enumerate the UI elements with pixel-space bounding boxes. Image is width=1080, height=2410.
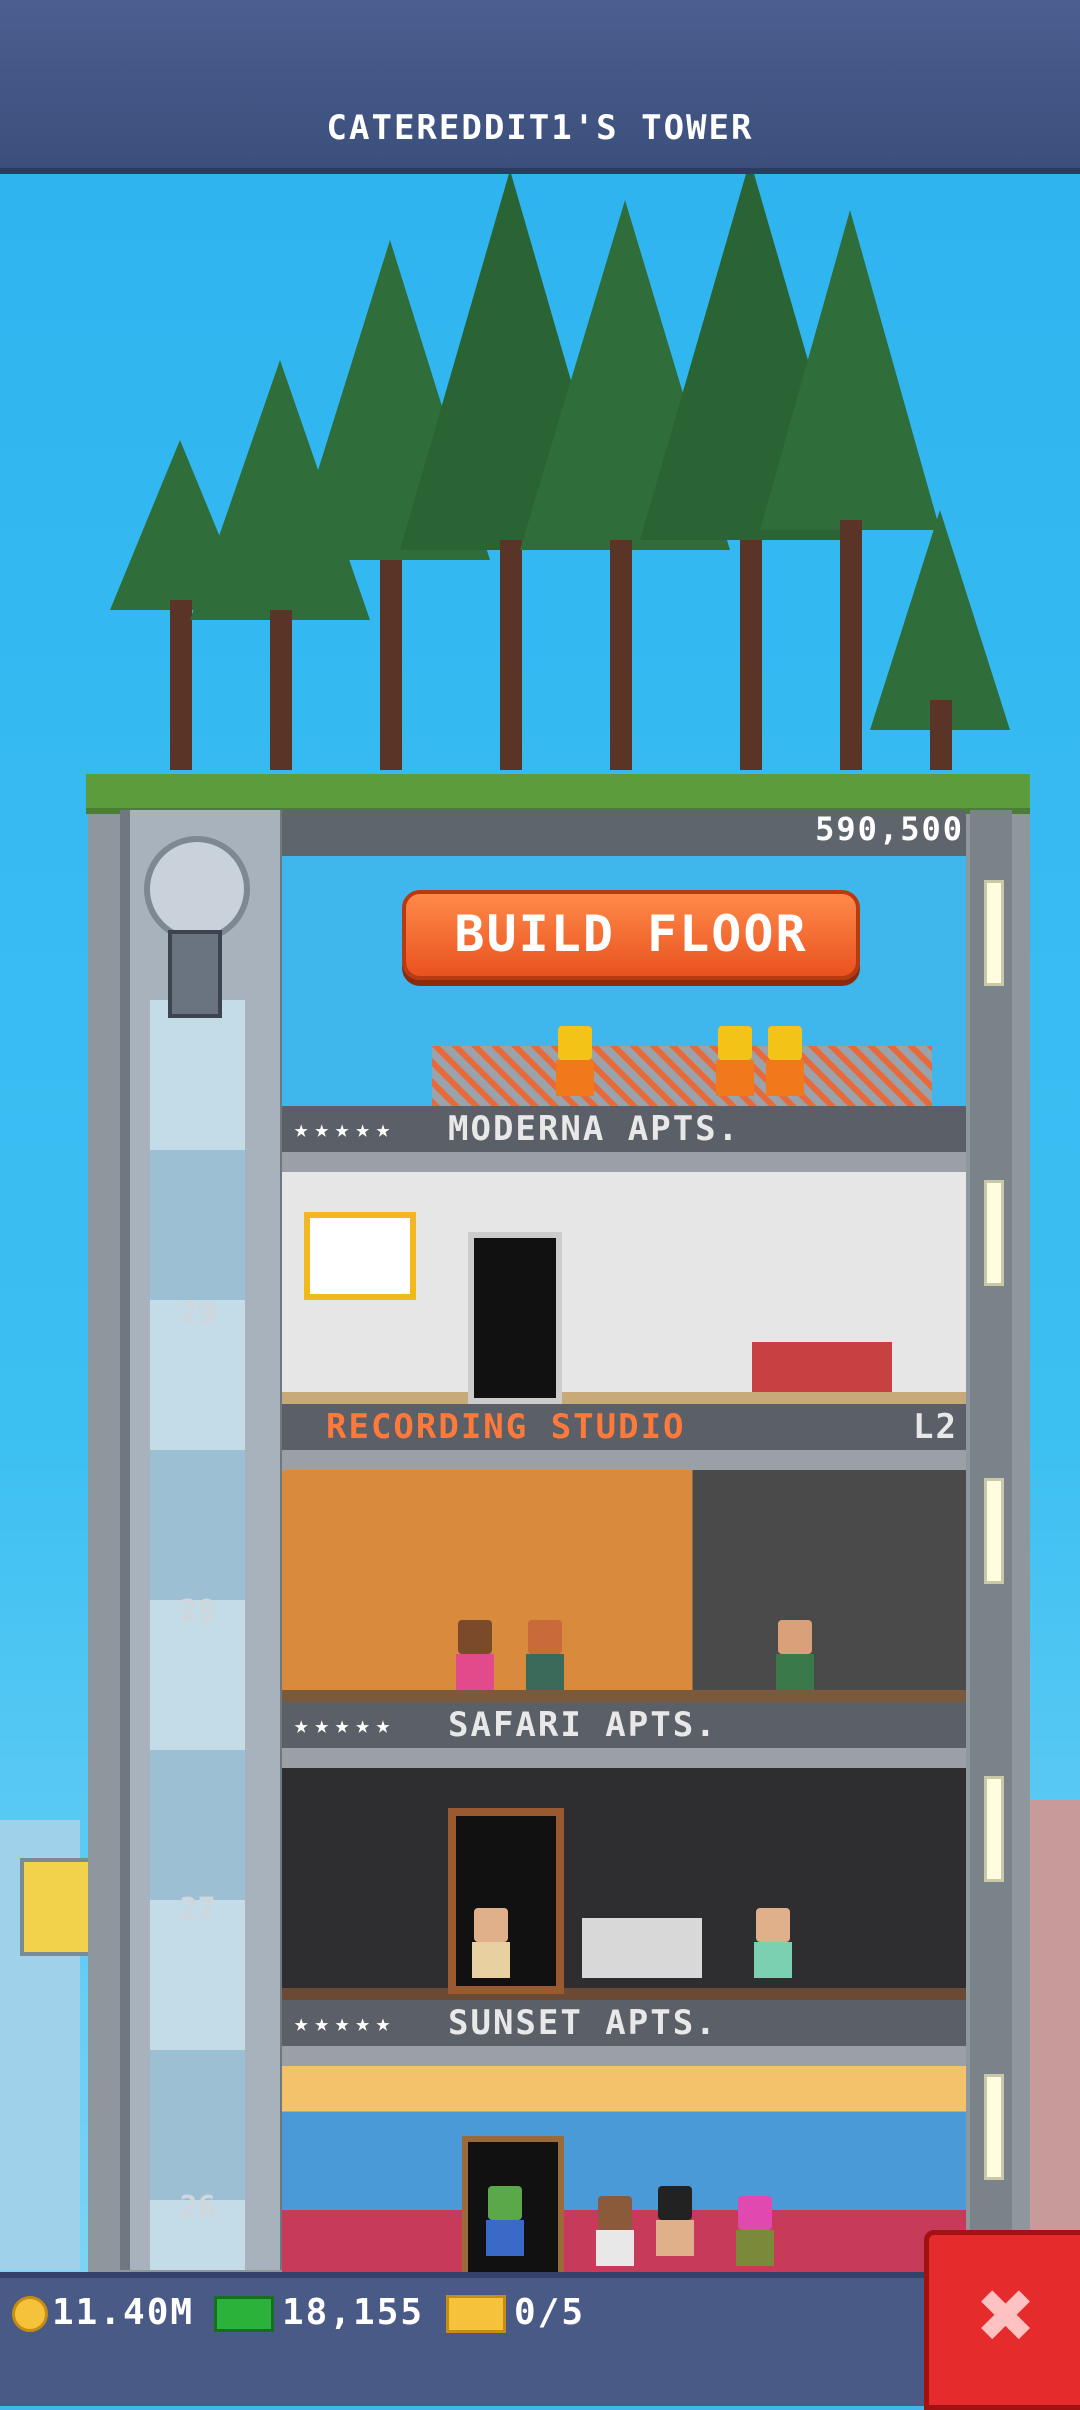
floor-label-moderna[interactable]: ★★★★★ MODERNA APTS. bbox=[282, 1106, 966, 1152]
tickets-display[interactable]: 0/5 bbox=[446, 2292, 585, 2333]
floor-level-tag: L2 bbox=[913, 1407, 958, 1447]
tower-title: CATEREDDIT1'S TOWER bbox=[326, 108, 754, 148]
worker bbox=[762, 1026, 808, 1096]
resident bbox=[592, 2196, 638, 2266]
resident bbox=[750, 1908, 796, 1978]
bux-icon bbox=[214, 2296, 274, 2332]
floor-label-safari[interactable]: ★★★★★ SAFARI APTS. bbox=[282, 1702, 966, 1748]
rooftop-grass bbox=[86, 774, 1030, 814]
floor-name: RECORDING STUDIO bbox=[326, 1407, 686, 1447]
floor-name: SAFARI APTS. bbox=[448, 1705, 718, 1745]
tickets-value: 0/5 bbox=[514, 2292, 586, 2333]
level-number: 28 bbox=[179, 1594, 216, 1629]
wall-light bbox=[984, 1478, 1004, 1584]
floor-stars: ★★★★★ bbox=[294, 1711, 397, 1739]
floor-stars: ★★★★★ bbox=[294, 1115, 397, 1143]
floor-label-sunset[interactable]: ★★★★★ SUNSET APTS. bbox=[282, 2000, 966, 2046]
level-number: 27 bbox=[179, 1892, 216, 1927]
floor-label-recording-studio[interactable]: RECORDING STUDIO L2 bbox=[282, 1404, 966, 1450]
header-bar: CATEREDDIT1'S TOWER bbox=[0, 0, 1080, 174]
level-number: 26 bbox=[179, 2190, 216, 2225]
coins-value: 11.40M bbox=[52, 2292, 195, 2333]
coin-icon bbox=[12, 2296, 48, 2332]
worker bbox=[712, 1026, 758, 1096]
wall-art bbox=[304, 1212, 416, 1300]
sofa bbox=[582, 1918, 702, 1978]
level-number: 29 bbox=[179, 1296, 216, 1331]
door bbox=[468, 1232, 562, 1404]
resident bbox=[732, 2196, 778, 2266]
worker bbox=[552, 1026, 598, 1096]
wall-light bbox=[984, 2074, 1004, 2180]
resident bbox=[482, 2186, 528, 2256]
ticket-icon bbox=[446, 2295, 506, 2333]
wall-light bbox=[984, 1776, 1004, 1882]
floor-name: SUNSET APTS. bbox=[448, 2003, 718, 2043]
sofa bbox=[752, 1342, 892, 1392]
floor-recording-studio[interactable] bbox=[282, 1450, 966, 1702]
wall-light bbox=[984, 880, 1004, 986]
floor-safari[interactable] bbox=[282, 1748, 966, 2000]
close-button[interactable]: ✖ bbox=[924, 2230, 1080, 2410]
floor-name: MODERNA APTS. bbox=[448, 1109, 741, 1149]
resident bbox=[468, 1908, 514, 1978]
floor-moderna[interactable] bbox=[282, 1152, 966, 1404]
musician bbox=[522, 1620, 568, 1690]
construction-fence bbox=[432, 1046, 932, 1106]
wall-light bbox=[984, 1180, 1004, 1286]
resident bbox=[652, 2186, 698, 2256]
elevator-car[interactable] bbox=[128, 830, 254, 1020]
bux-display[interactable]: 18,155 bbox=[214, 2292, 424, 2333]
floor-sunset[interactable] bbox=[282, 2046, 966, 2288]
musician bbox=[772, 1620, 818, 1690]
construction-cost: 590,500 bbox=[815, 810, 964, 848]
bux-value: 18,155 bbox=[282, 2292, 425, 2333]
elevator-glass bbox=[150, 1000, 245, 2270]
build-floor-button[interactable]: BUILD FLOOR bbox=[402, 890, 860, 980]
close-icon: ✖ bbox=[978, 2259, 1036, 2371]
coins-display[interactable]: 11.40M bbox=[12, 2292, 194, 2333]
musician bbox=[452, 1620, 498, 1690]
billboard bbox=[20, 1858, 92, 1956]
floor-stars: ★★★★★ bbox=[294, 2009, 397, 2037]
